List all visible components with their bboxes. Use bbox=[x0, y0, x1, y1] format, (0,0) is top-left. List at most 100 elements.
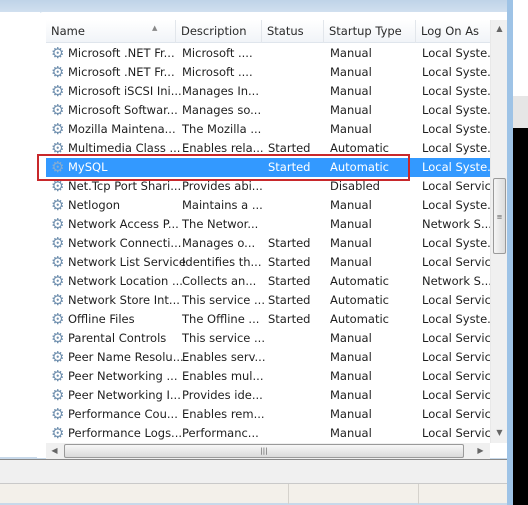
table-row[interactable]: ⚙ Peer Networking ... Enables mul... Manual… bbox=[46, 367, 498, 386]
highlight-box bbox=[37, 154, 410, 181]
table-row[interactable]: ⚙ Microsoft .NET Fr... Microsoft .... Manua… bbox=[46, 63, 498, 82]
table-row[interactable]: ⚙ Network Access P... The Networ... Manual N… bbox=[46, 215, 492, 234]
cell-log-on-as: Local Syste... bbox=[422, 312, 499, 326]
cell-status: Started bbox=[268, 236, 311, 250]
gear-icon: ⚙ bbox=[51, 101, 65, 119]
table-row[interactable]: ⚙ Peer Networking I... Provides ide... Manu… bbox=[46, 386, 498, 405]
cell-startup-type: Automatic bbox=[330, 274, 389, 288]
gear-icon: ⚙ bbox=[51, 329, 65, 347]
gear-icon: ⚙ bbox=[51, 63, 65, 81]
cell-description: This service ... bbox=[182, 293, 265, 307]
cell-description: The Mozilla ... bbox=[182, 122, 262, 136]
cell-log-on-as: Network S... bbox=[422, 274, 492, 288]
cell-log-on-as: Local Service bbox=[422, 293, 498, 307]
cell-name: Microsoft .NET Fr... bbox=[68, 65, 175, 79]
cell-description: Enables mul... bbox=[182, 369, 264, 383]
cell-description: Performanc... bbox=[182, 426, 259, 440]
cell-log-on-as: Local Syste... bbox=[422, 46, 499, 60]
column-label: Name bbox=[51, 24, 85, 38]
table-row[interactable]: ⚙ Peer Name Resolu... Enables serv... Manua… bbox=[46, 348, 498, 367]
cell-startup-type: Manual bbox=[330, 198, 372, 212]
table-row[interactable]: ⚙ Network List Service Identifies th... Sta… bbox=[46, 253, 498, 272]
cell-name: Mozilla Maintena... bbox=[68, 122, 176, 136]
cell-startup-type: Manual bbox=[330, 369, 372, 383]
scroll-left-icon[interactable]: ◀ bbox=[46, 446, 63, 455]
cell-description: Identifies th... bbox=[182, 255, 262, 269]
table-row[interactable]: ⚙ Mozilla Maintena... The Mozilla ... Manua… bbox=[46, 120, 498, 139]
cell-log-on-as: Local Service bbox=[422, 407, 498, 421]
column-header-description[interactable]: Description bbox=[176, 20, 262, 43]
table-row[interactable]: ⚙ Network Store Int... This service ... Sta… bbox=[46, 291, 498, 310]
horizontal-scroll-thumb[interactable]: ||| bbox=[64, 444, 464, 458]
gear-icon: ⚙ bbox=[51, 367, 65, 385]
table-row[interactable]: ⚙ Microsoft Softwar... Manages so... Manual… bbox=[46, 101, 498, 120]
table-row[interactable]: ⚙ Netlogon Maintains a ... Manual Local Syst… bbox=[46, 196, 498, 215]
status-bar bbox=[0, 483, 508, 504]
column-header-name[interactable]: Name ▲ bbox=[46, 20, 176, 43]
table-row[interactable]: ⚙ Network Location ... Collects an... Start… bbox=[46, 272, 492, 291]
cell-startup-type: Manual bbox=[330, 255, 372, 269]
table-row[interactable]: ⚙ Parental Controls This service ... Manual… bbox=[46, 329, 498, 348]
table-row[interactable]: ⚙ Offline Files The Offline ... Started Auto… bbox=[46, 310, 498, 329]
cell-description: This service ... bbox=[182, 331, 265, 345]
cell-name: Offline Files bbox=[68, 312, 135, 326]
cell-name: Network Access P... bbox=[68, 217, 179, 231]
cell-status: Started bbox=[268, 274, 311, 288]
cell-name: Peer Networking ... bbox=[68, 369, 178, 383]
cell-name: Network Connecti... bbox=[68, 236, 182, 250]
cell-log-on-as: Local Syste... bbox=[422, 236, 499, 250]
gear-icon: ⚙ bbox=[51, 424, 65, 442]
scroll-up-icon[interactable]: ▲ bbox=[491, 24, 508, 33]
horizontal-scrollbar[interactable]: ◀ ||| ▶ bbox=[46, 443, 490, 459]
table-row[interactable]: ⚙ Performance Logs... Performanc... Manual L… bbox=[46, 424, 498, 443]
cell-log-on-as: Local Service bbox=[422, 426, 498, 440]
cell-log-on-as: Local Syste... bbox=[422, 103, 499, 117]
column-header-startup-type[interactable]: Startup Type bbox=[324, 20, 416, 43]
table-row[interactable]: ⚙ Microsoft iSCSI Ini... Manages In... Manu… bbox=[46, 82, 498, 101]
gear-icon: ⚙ bbox=[51, 120, 65, 138]
cell-log-on-as: Local Syste... bbox=[422, 84, 499, 98]
cell-log-on-as: Local Service bbox=[422, 255, 498, 269]
scroll-down-icon[interactable]: ▼ bbox=[491, 428, 508, 437]
cell-name: Netlogon bbox=[68, 198, 121, 212]
cell-startup-type: Automatic bbox=[330, 312, 389, 326]
cell-log-on-as: Local Syste... bbox=[422, 141, 499, 155]
cell-description: Enables serv... bbox=[182, 350, 266, 364]
table-row[interactable]: ⚙ Microsoft .NET Fr... Microsoft .... Manua… bbox=[46, 44, 498, 63]
cell-log-on-as: Local Syste... bbox=[422, 160, 499, 174]
cell-log-on-as: Network S... bbox=[422, 217, 492, 231]
cell-name: Parental Controls bbox=[68, 331, 167, 345]
tab-area bbox=[0, 459, 508, 483]
cell-description: Microsoft .... bbox=[182, 65, 253, 79]
column-header-log-on-as[interactable]: Log On As bbox=[416, 20, 490, 43]
table-row[interactable]: ⚙ Performance Cou... Enables rem... Manual L… bbox=[46, 405, 498, 424]
scroll-right-icon[interactable]: ▶ bbox=[472, 446, 489, 455]
cell-startup-type: Manual bbox=[330, 388, 372, 402]
cell-description: The Offline ... bbox=[182, 312, 260, 326]
cell-log-on-as: Local Service bbox=[422, 369, 498, 383]
table-row[interactable]: ⚙ Network Connecti... Manages o... Started M… bbox=[46, 234, 498, 253]
cell-startup-type: Manual bbox=[330, 103, 372, 117]
cell-name: Microsoft iSCSI Ini... bbox=[68, 84, 182, 98]
background-window-content bbox=[513, 0, 528, 96]
cell-description: Provides ide... bbox=[182, 388, 263, 402]
gear-icon: ⚙ bbox=[51, 234, 65, 252]
gear-icon: ⚙ bbox=[51, 272, 65, 290]
cell-startup-type: Manual bbox=[330, 407, 372, 421]
cell-log-on-as: Local Syste... bbox=[422, 198, 499, 212]
cell-startup-type: Manual bbox=[330, 65, 372, 79]
vertical-scroll-thumb[interactable]: ≡ bbox=[493, 178, 506, 254]
cell-name: Peer Name Resolu... bbox=[68, 350, 184, 364]
cell-status: Started bbox=[268, 255, 311, 269]
cell-log-on-as: Local Service bbox=[422, 179, 498, 193]
cell-log-on-as: Local Syste... bbox=[422, 122, 499, 136]
cell-startup-type: Manual bbox=[330, 236, 372, 250]
status-divider bbox=[418, 484, 419, 504]
cell-startup-type: Automatic bbox=[330, 293, 389, 307]
gear-icon: ⚙ bbox=[51, 405, 65, 423]
vertical-scrollbar[interactable]: ▲ ≡ ▼ bbox=[490, 20, 507, 443]
cell-log-on-as: Local Syste... bbox=[422, 65, 499, 79]
cell-startup-type: Manual bbox=[330, 426, 372, 440]
column-header-status[interactable]: Status bbox=[262, 20, 324, 43]
background-window-bar bbox=[513, 96, 528, 128]
